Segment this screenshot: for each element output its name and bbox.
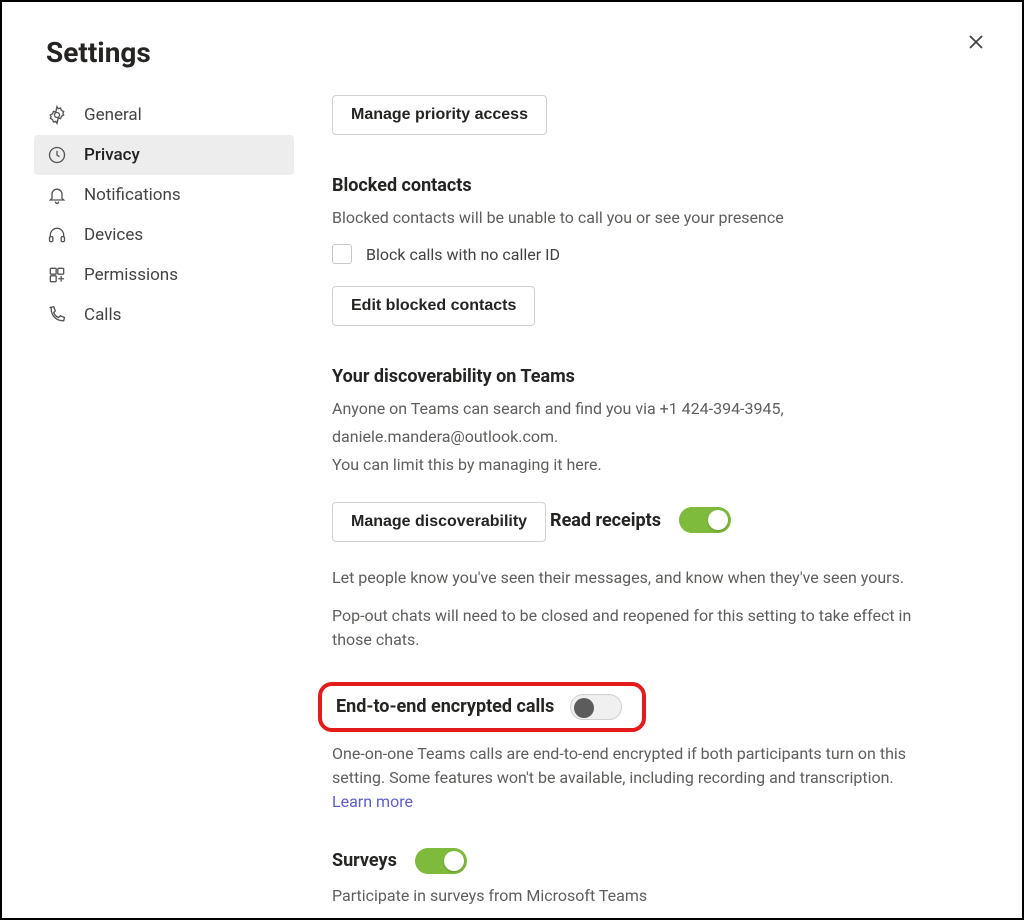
e2e-desc: One-on-one Teams calls are end-to-end en… bbox=[332, 742, 932, 814]
read-receipts-toggle[interactable] bbox=[679, 507, 731, 533]
e2e-highlight: End-to-end encrypted calls bbox=[318, 682, 646, 732]
close-button[interactable] bbox=[962, 30, 990, 58]
read-receipts-title: Read receipts bbox=[550, 510, 661, 531]
e2e-toggle[interactable] bbox=[570, 694, 622, 720]
checkbox-box bbox=[332, 244, 352, 264]
sidebar-item-general[interactable]: General bbox=[34, 95, 294, 135]
sidebar-item-privacy[interactable]: Privacy bbox=[34, 135, 294, 175]
discoverability-line2: daniele.mandera@outlook.com. bbox=[332, 425, 932, 449]
clock-icon bbox=[46, 144, 68, 166]
settings-sidebar: General Privacy Notifications Devices bbox=[2, 95, 302, 335]
manage-priority-button[interactable]: Manage priority access bbox=[332, 95, 547, 135]
sidebar-item-label: Devices bbox=[84, 225, 143, 245]
bell-icon bbox=[46, 184, 68, 206]
edit-blocked-contacts-button[interactable]: Edit blocked contacts bbox=[332, 286, 535, 326]
manage-discoverability-button[interactable]: Manage discoverability bbox=[332, 502, 546, 542]
sidebar-item-calls[interactable]: Calls bbox=[34, 295, 294, 335]
phone-icon bbox=[46, 304, 68, 326]
page-title: Settings bbox=[46, 36, 1022, 69]
e2e-title: End-to-end encrypted calls bbox=[336, 696, 554, 717]
settings-window: Settings General Privacy Notification bbox=[0, 0, 1024, 920]
blocked-contacts-desc: Blocked contacts will be unable to call … bbox=[332, 206, 932, 230]
sidebar-item-label: Calls bbox=[84, 305, 121, 325]
surveys-row: Surveys bbox=[332, 848, 467, 874]
read-receipts-note: Pop-out chats will need to be closed and… bbox=[332, 604, 932, 652]
sidebar-item-label: Notifications bbox=[84, 185, 181, 205]
read-receipts-desc: Let people know you've seen their messag… bbox=[332, 566, 932, 590]
discoverability-title: Your discoverability on Teams bbox=[332, 366, 962, 387]
sidebar-item-permissions[interactable]: Permissions bbox=[34, 255, 294, 295]
sidebar-item-notifications[interactable]: Notifications bbox=[34, 175, 294, 215]
e2e-desc-text: One-on-one Teams calls are end-to-end en… bbox=[332, 744, 906, 787]
checkbox-label: Block calls with no caller ID bbox=[366, 245, 560, 264]
learn-more-link[interactable]: Learn more bbox=[332, 792, 413, 811]
discoverability-line1: Anyone on Teams can search and find you … bbox=[332, 397, 932, 421]
blocked-contacts-title: Blocked contacts bbox=[332, 175, 962, 196]
settings-content: Manage priority access Blocked contacts … bbox=[302, 95, 1022, 920]
permissions-icon bbox=[46, 264, 68, 286]
surveys-desc: Participate in surveys from Microsoft Te… bbox=[332, 884, 932, 908]
read-receipts-row: Read receipts bbox=[550, 507, 731, 533]
headset-icon bbox=[46, 224, 68, 246]
sidebar-item-devices[interactable]: Devices bbox=[34, 215, 294, 255]
surveys-toggle[interactable] bbox=[415, 848, 467, 874]
discoverability-line3: You can limit this by managing it here. bbox=[332, 453, 932, 477]
sidebar-item-label: General bbox=[84, 105, 142, 125]
gear-icon bbox=[46, 104, 68, 126]
close-icon bbox=[968, 34, 984, 54]
block-no-caller-id-checkbox[interactable]: Block calls with no caller ID bbox=[332, 244, 962, 264]
surveys-title: Surveys bbox=[332, 850, 397, 871]
sidebar-item-label: Permissions bbox=[84, 265, 178, 285]
sidebar-item-label: Privacy bbox=[84, 145, 140, 165]
